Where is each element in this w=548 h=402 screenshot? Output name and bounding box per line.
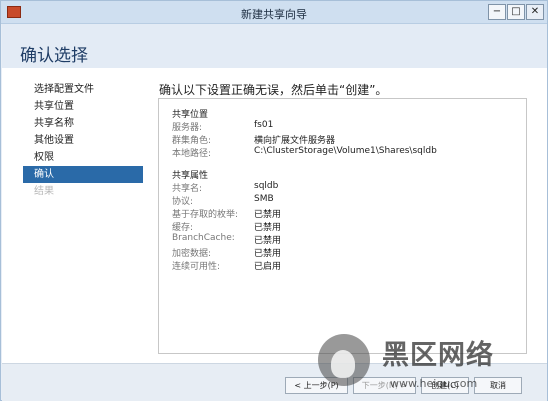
title-bar: 新建共享向导 − □ ✕: [1, 1, 547, 24]
site-watermark: 黑区网络 www.heiqu.com: [318, 329, 548, 402]
page-title: 确认选择: [20, 46, 88, 66]
summary-value-access-based-enumeration: 已禁用: [254, 210, 282, 220]
summary-value-encrypt-data: 已禁用: [254, 249, 282, 259]
wizard-step-nav: 选择配置文件 共享位置 共享名称 其他设置 权限 确认 结果: [23, 81, 143, 200]
summary-label-cluster-role: 群集角色:: [172, 136, 212, 146]
summary-label-share-name: 共享名:: [172, 184, 203, 194]
step-share-location[interactable]: 共享位置: [23, 98, 143, 115]
summary-label-branchcache: BranchCache:: [172, 233, 235, 243]
summary-label-protocol: 协议:: [172, 197, 194, 207]
step-confirmation[interactable]: 确认: [23, 166, 143, 183]
mushroom-icon: [331, 350, 355, 378]
maximize-button[interactable]: □: [507, 4, 525, 20]
section-share-location-title: 共享位置: [172, 110, 209, 120]
close-button[interactable]: ✕: [526, 4, 544, 20]
confirmation-prompt: 确认以下设置正确无误，然后单击“创建”。: [159, 83, 388, 97]
watermark-title: 黑区网络: [382, 340, 494, 371]
step-select-profile[interactable]: 选择配置文件: [23, 81, 143, 98]
summary-label-server: 服务器:: [172, 123, 203, 133]
summary-label-encrypt-data: 加密数据:: [172, 249, 212, 259]
summary-label-access-based-enumeration: 基于存取的枚举:: [172, 210, 239, 220]
section-share-properties-title: 共享属性: [172, 171, 209, 181]
summary-value-cluster-role: 横向扩展文件服务器: [254, 136, 336, 146]
summary-value-branchcache: 已禁用: [254, 236, 282, 246]
watermark-url: www.heiqu.com: [390, 377, 478, 390]
summary-value-caching: 已禁用: [254, 223, 282, 233]
summary-label-local-path: 本地路径:: [172, 149, 212, 159]
summary-value-protocol: SMB: [254, 194, 274, 204]
window-title: 新建共享向导: [241, 8, 307, 21]
summary-label-continuous-availability: 连续可用性:: [172, 262, 221, 272]
step-other-settings[interactable]: 其他设置: [23, 132, 143, 149]
settings-summary-panel: 共享位置 服务器: fs01 群集角色: 横向扩展文件服务器 本地路径: C:\…: [158, 98, 527, 354]
summary-label-caching: 缓存:: [172, 223, 194, 233]
wizard-header: 确认选择: [2, 24, 547, 68]
minimize-button[interactable]: −: [488, 4, 506, 20]
step-results: 结果: [34, 186, 54, 197]
step-share-name[interactable]: 共享名称: [23, 115, 143, 132]
summary-value-local-path: C:\ClusterStorage\Volume1\Shares\sqldb: [254, 146, 437, 156]
step-permissions[interactable]: 权限: [23, 149, 143, 166]
summary-value-share-name: sqldb: [254, 181, 279, 191]
summary-value-server: fs01: [254, 120, 274, 130]
watermark-logo-icon: [318, 334, 370, 386]
wizard-window: 新建共享向导 − □ ✕ 确认选择 选择配置文件 共享位置 共享名称 其他设置 …: [0, 0, 548, 401]
summary-value-continuous-availability: 已启用: [254, 262, 282, 272]
